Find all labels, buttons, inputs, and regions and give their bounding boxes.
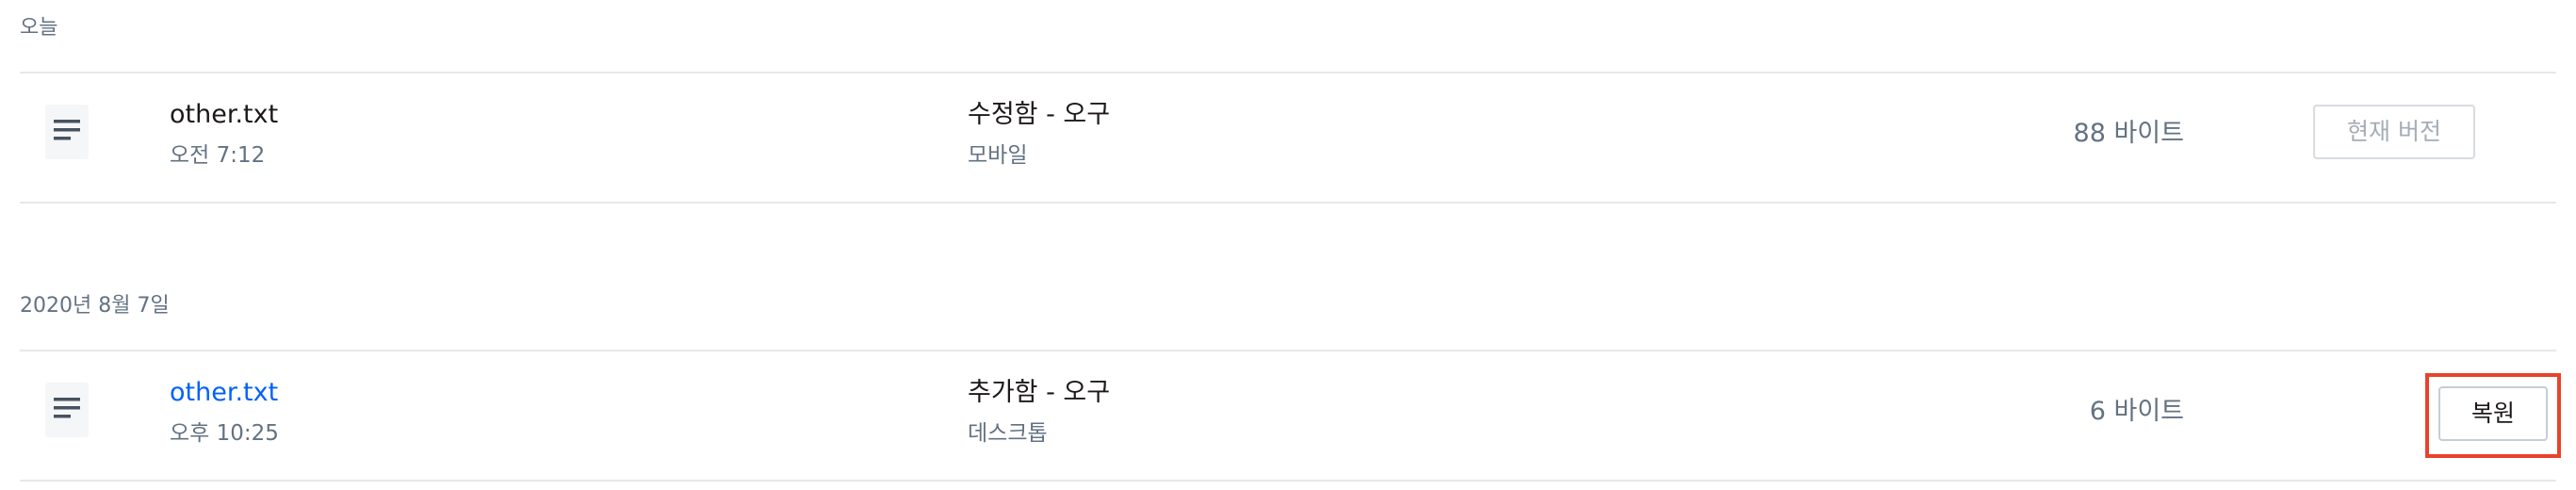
- group-title-date: 2020년 8월 7일: [20, 294, 170, 318]
- divider: [20, 480, 2556, 482]
- version-history-page: 오늘 other.txt 오전 7:12 수정함 - 오구 모바일 88 바이트…: [0, 0, 2576, 490]
- revision-row-current: other.txt 오전 7:12 수정함 - 오구 모바일 88 바이트 현재…: [20, 74, 2556, 202]
- divider: [20, 202, 2556, 204]
- file-name: other.txt: [170, 100, 279, 129]
- file-size: 6 바이트: [2089, 397, 2184, 426]
- revision-row-older: other.txt 오후 10:25 추가함 - 오구 데스크톱 6 바이트 복…: [20, 351, 2561, 480]
- revision-action: 추가함 - 오구: [968, 378, 1111, 407]
- current-version-button: 현재 버전: [2313, 105, 2475, 159]
- group-title-today: 오늘: [20, 16, 58, 40]
- revision-time: 오전 7:12: [170, 143, 266, 168]
- file-name-link[interactable]: other.txt: [170, 377, 278, 409]
- revision-device: 모바일: [968, 143, 1028, 168]
- text-file-icon: [45, 105, 89, 159]
- revision-device: 데스크톱: [968, 421, 1048, 446]
- revision-action: 수정함 - 오구: [968, 100, 1111, 129]
- restore-button[interactable]: 복원: [2438, 386, 2548, 441]
- text-file-icon: [45, 383, 89, 437]
- revision-time: 오후 10:25: [170, 421, 279, 446]
- file-size: 88 바이트: [2073, 119, 2184, 148]
